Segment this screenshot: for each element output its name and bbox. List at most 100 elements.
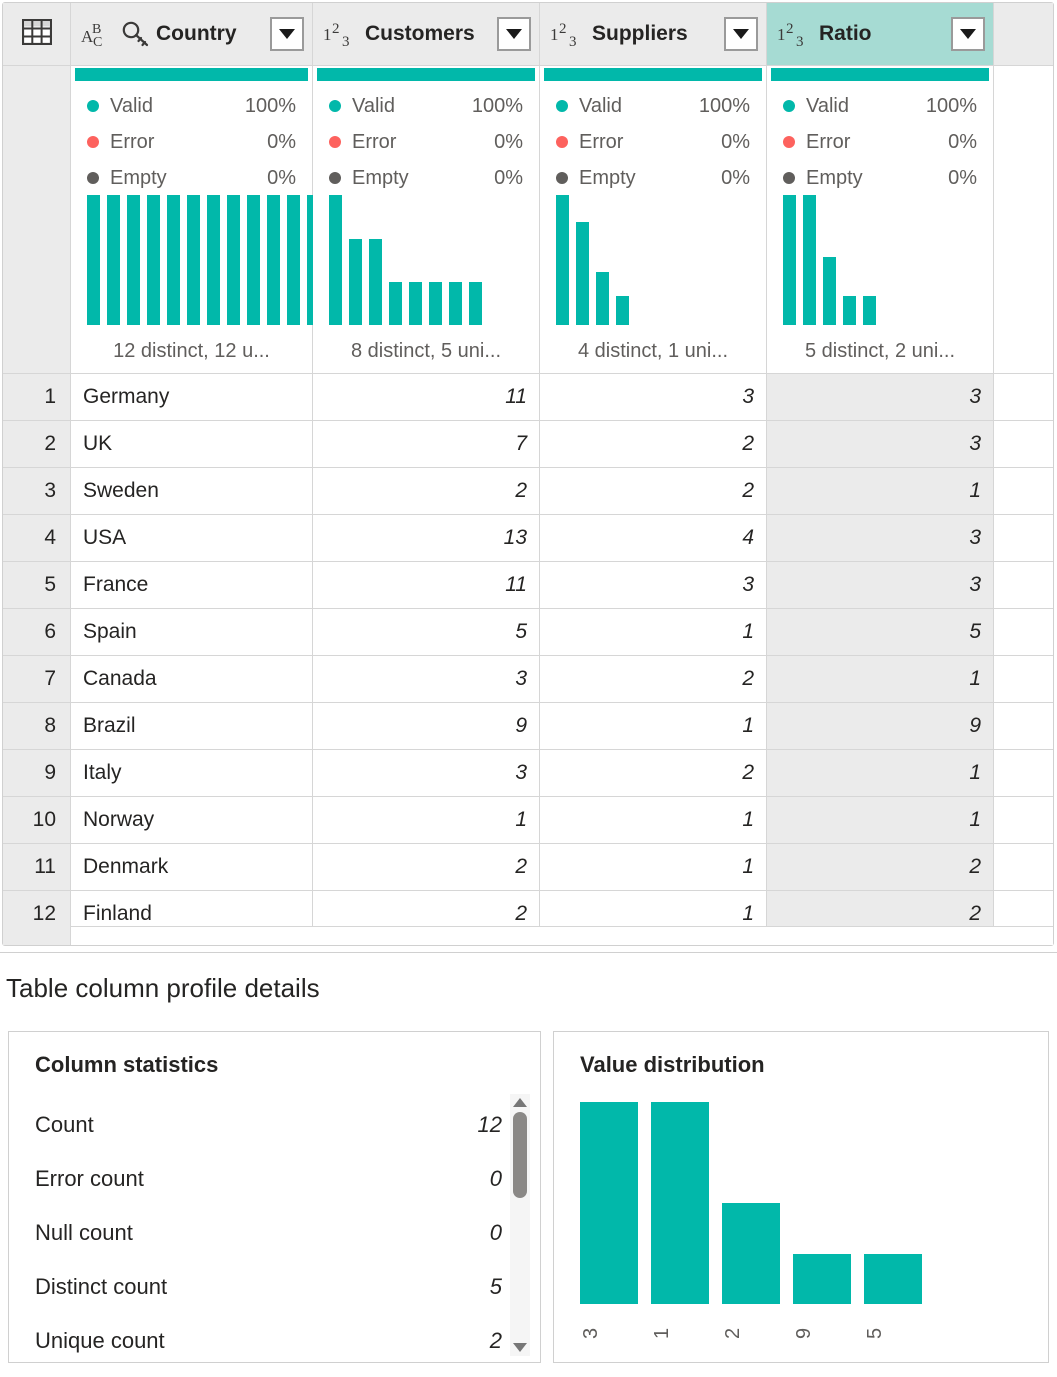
cell-suppliers[interactable]: 2 [540,468,767,515]
profile-histogram-bar [287,195,300,325]
distribution-bar[interactable] [864,1254,922,1305]
cell-ratio[interactable]: 1 [767,797,994,844]
distribution-bar[interactable] [722,1203,780,1304]
table-row[interactable]: 9Italy321 [3,750,1053,797]
cell-ratio[interactable]: 9 [767,703,994,750]
cell-ratio[interactable]: 3 [767,421,994,468]
distribution-bar[interactable] [793,1254,851,1305]
table-row[interactable]: 8Brazil919 [3,703,1053,750]
cell-country[interactable]: USA [71,515,313,562]
table-row[interactable]: 6Spain515 [3,609,1053,656]
cell-country[interactable]: France [71,562,313,609]
cell-customers[interactable]: 13 [313,515,540,562]
cell-customers[interactable]: 2 [313,468,540,515]
distribution-bar[interactable] [580,1102,638,1304]
cell-ratio[interactable]: 3 [767,515,994,562]
cell-country[interactable]: Germany [71,374,313,421]
empty-percent: 0% [267,167,296,190]
cell-customers[interactable]: 1 [313,797,540,844]
cell-suppliers[interactable]: 3 [540,374,767,421]
hscroll-track[interactable] [71,926,1053,945]
column-header-label: Country [156,22,270,46]
cell-customers[interactable]: 3 [313,656,540,703]
column-header-suppliers[interactable]: 123Suppliers [540,3,767,66]
statistics-vertical-scrollbar[interactable] [510,1094,530,1356]
column-profile-customers[interactable]: Valid100%Error0%Empty0%8 distinct, 5 uni… [313,66,540,374]
cell-country[interactable]: Italy [71,750,313,797]
cell-customers[interactable]: 11 [313,374,540,421]
cell-suppliers[interactable]: 4 [540,515,767,562]
cell-country[interactable]: Spain [71,609,313,656]
cell-customers[interactable]: 3 [313,750,540,797]
valid-label: Valid [579,95,699,118]
column-filter-dropdown-button[interactable] [724,17,758,51]
empty-percent: 0% [948,167,977,190]
cell-country[interactable]: Norway [71,797,313,844]
cell-ratio[interactable]: 1 [767,468,994,515]
profile-histogram-bar [616,296,629,325]
column-header-country[interactable]: ABC Country [71,3,313,66]
cell-ratio[interactable]: 3 [767,374,994,421]
distribution-bar-column[interactable] [722,1102,780,1304]
cell-ratio[interactable]: 2 [767,844,994,891]
column-profile-ratio[interactable]: Valid100%Error0%Empty0%5 distinct, 2 uni… [767,66,994,374]
profile-histogram[interactable] [87,195,296,325]
distribution-bar-column[interactable] [651,1102,709,1304]
cell-suppliers[interactable]: 1 [540,703,767,750]
cell-suppliers[interactable]: 1 [540,844,767,891]
cell-customers[interactable]: 11 [313,562,540,609]
abc-text-type-icon: ABC [81,19,115,49]
column-profile-country[interactable]: Valid100%Error0%Empty0%12 distinct, 12 u… [71,66,313,374]
cell-country[interactable]: Canada [71,656,313,703]
cell-ratio[interactable]: 1 [767,750,994,797]
svg-text:C: C [93,35,102,49]
table-row[interactable]: 7Canada321 [3,656,1053,703]
cell-customers[interactable]: 7 [313,421,540,468]
cell-suppliers[interactable]: 1 [540,797,767,844]
cell-suppliers[interactable]: 2 [540,421,767,468]
cell-country[interactable]: Sweden [71,468,313,515]
scroll-down-arrow-icon[interactable] [513,1343,527,1352]
cell-customers[interactable]: 2 [313,844,540,891]
cell-suppliers[interactable]: 2 [540,750,767,797]
column-profile-suppliers[interactable]: Valid100%Error0%Empty0%4 distinct, 1 uni… [540,66,767,374]
cell-ratio[interactable]: 5 [767,609,994,656]
cell-country[interactable]: Brazil [71,703,313,750]
table-row[interactable]: 10Norway111 [3,797,1053,844]
profile-histogram[interactable] [783,195,977,325]
row-empty-space [994,562,1053,609]
column-filter-dropdown-button[interactable] [497,17,531,51]
select-all-corner-cell[interactable] [3,3,71,66]
distribution-bar[interactable] [651,1102,709,1304]
profile-histogram[interactable] [329,195,523,325]
profile-histogram-bar [207,195,220,325]
cell-suppliers[interactable]: 1 [540,609,767,656]
column-filter-dropdown-button[interactable] [270,17,304,51]
scroll-up-arrow-icon[interactable] [513,1098,527,1107]
table-row[interactable]: 5France1133 [3,562,1053,609]
distribution-bar-column[interactable] [793,1102,851,1304]
cell-customers[interactable]: 9 [313,703,540,750]
cell-suppliers[interactable]: 3 [540,562,767,609]
column-header-ratio[interactable]: 123Ratio [767,3,994,66]
column-header-customers[interactable]: 123Customers [313,3,540,66]
cell-ratio[interactable]: 3 [767,562,994,609]
cell-country[interactable]: Denmark [71,844,313,891]
row-number: 3 [3,468,71,515]
profile-histogram[interactable] [556,195,750,325]
table-row[interactable]: 2UK723 [3,421,1053,468]
scrollbar-thumb[interactable] [513,1112,527,1198]
distribution-bar-column[interactable] [864,1102,922,1304]
column-filter-dropdown-button[interactable] [951,17,985,51]
cell-suppliers[interactable]: 2 [540,656,767,703]
horizontal-scrollbar[interactable] [3,926,1053,945]
cell-customers[interactable]: 5 [313,609,540,656]
column-quality-list: Valid100%Error0%Empty0% [87,88,296,196]
table-row[interactable]: 3Sweden221 [3,468,1053,515]
cell-ratio[interactable]: 1 [767,656,994,703]
table-row[interactable]: 4USA1343 [3,515,1053,562]
cell-country[interactable]: UK [71,421,313,468]
table-row[interactable]: 1Germany1133 [3,374,1053,421]
distribution-bar-column[interactable] [580,1102,638,1304]
table-row[interactable]: 11Denmark212 [3,844,1053,891]
